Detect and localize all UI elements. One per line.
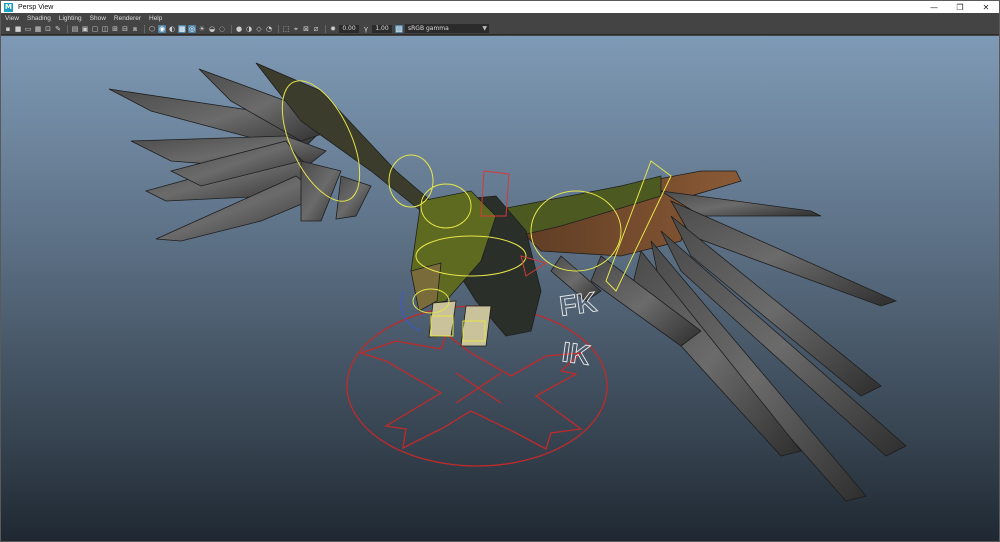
ik-label: IK [560, 336, 592, 371]
use-all-lights-icon[interactable]: ☀ [198, 25, 206, 33]
wireframe-on-shaded-icon[interactable]: ◎ [188, 24, 196, 33]
menu-bar: View Shading Lighting Show Renderer Help [1, 13, 999, 23]
toolbar-separator [231, 24, 232, 33]
menu-show[interactable]: Show [90, 15, 106, 22]
xray-joints-icon[interactable]: ⌖ [292, 25, 300, 33]
menu-help[interactable]: Help [149, 15, 162, 22]
safe-title-icon[interactable]: ⧈ [131, 25, 139, 33]
grid-icon[interactable]: ▤ [71, 25, 79, 33]
select-camera-icon[interactable]: ▪ [4, 25, 12, 33]
exposure-field[interactable]: 0.00 [339, 24, 359, 33]
close-button[interactable]: ✕ [973, 1, 999, 13]
gamma-field[interactable]: 1.00 [372, 24, 392, 33]
title-bar: M Persp View — ❐ ✕ [1, 1, 999, 13]
motion-blur-icon[interactable]: ◑ [245, 25, 253, 33]
backface-culling-icon[interactable]: ⧄ [312, 25, 320, 33]
menu-view[interactable]: View [5, 15, 19, 22]
fk-ik-switch[interactable]: FK IK [557, 286, 599, 372]
left-wing [108, 62, 432, 242]
anti-aliasing-icon[interactable]: ◇ [255, 25, 263, 33]
menu-lighting[interactable]: Lighting [59, 15, 82, 22]
chevron-down-icon: ▼ [482, 25, 487, 32]
menu-renderer[interactable]: Renderer [114, 15, 141, 22]
minimize-button[interactable]: — [921, 1, 947, 13]
camera-attributes-icon[interactable]: ■ [14, 25, 22, 33]
grease-pencil-icon[interactable]: ✎ [54, 25, 62, 33]
image-plane-icon[interactable]: ▦ [34, 25, 42, 33]
safe-action-icon[interactable]: ⊟ [121, 25, 129, 33]
view-transform-value: sRGB gamma [408, 25, 449, 32]
restore-button[interactable]: ❐ [947, 1, 973, 13]
ambient-occlusion-icon[interactable]: ● [235, 25, 243, 33]
textured-icon[interactable]: ▩ [178, 24, 186, 33]
toolbar-separator [278, 24, 279, 33]
shadows-icon[interactable]: ◒ [208, 25, 216, 33]
maya-persp-view-window: M Persp View — ❐ ✕ View Shading Lighting… [0, 0, 1000, 542]
window-title: Persp View [18, 3, 54, 11]
default-material-icon[interactable]: ◐ [168, 25, 176, 33]
bookmarks-icon[interactable]: ▭ [24, 25, 32, 33]
xray-icon[interactable]: ◌ [218, 25, 226, 33]
color-management-icon[interactable]: ▨ [395, 24, 403, 33]
maya-logo-icon: M [4, 2, 13, 12]
fk-label: FK [558, 286, 599, 322]
3d-viewport[interactable]: FK IK [1, 36, 999, 541]
exposure-icon[interactable]: ✹ [329, 25, 337, 33]
view-transform-select[interactable]: sRGB gamma ▼ [405, 24, 489, 33]
menu-shading[interactable]: Shading [27, 15, 51, 22]
panel-toolbar: ▪ ■ ▭ ▦ ⊡ ✎ ▤ ▣ ▢ ◫ ⊞ ⊟ ⧈ ⬡ ◉ ◐ ▩ ◎ ☀ ◒ … [1, 23, 999, 35]
toolbar-separator [67, 24, 68, 33]
film-gate-icon[interactable]: ▣ [81, 25, 89, 33]
field-chart-icon[interactable]: ⊞ [111, 25, 119, 33]
toolbar-separator [325, 24, 326, 33]
wireframe-icon[interactable]: ⬡ [148, 25, 156, 33]
isolate-select-icon[interactable]: ⬚ [282, 25, 290, 33]
2d-pan-zoom-icon[interactable]: ⊡ [44, 25, 52, 33]
gamma-icon[interactable]: γ [362, 25, 370, 33]
window-controls: — ❐ ✕ [921, 1, 999, 13]
gate-mask-icon[interactable]: ◫ [101, 25, 109, 33]
depth-of-field-icon[interactable]: ◔ [265, 25, 273, 33]
resolution-gate-icon[interactable]: ▢ [91, 25, 99, 33]
viewport-scene: FK IK [108, 62, 907, 502]
smooth-shade-icon[interactable]: ◉ [158, 24, 166, 33]
xray-active-icon[interactable]: ⊠ [302, 25, 310, 33]
toolbar-separator [144, 24, 145, 33]
